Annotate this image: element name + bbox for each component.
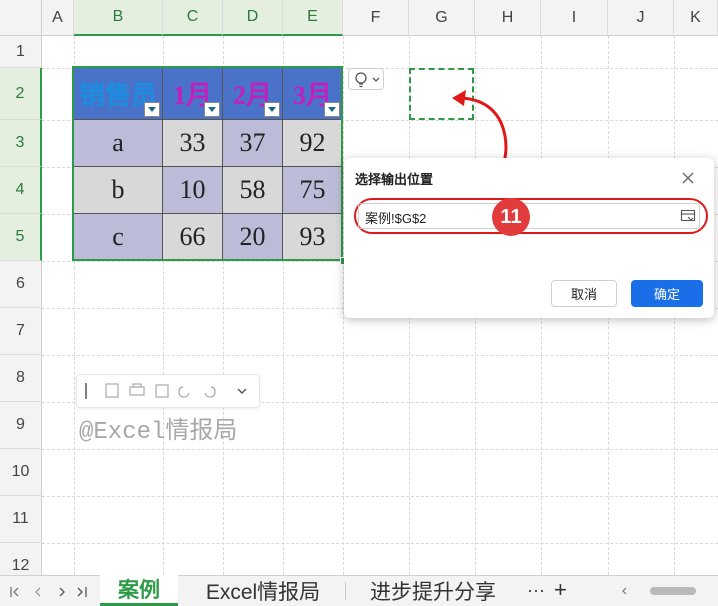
step-badge: 11: [492, 198, 530, 236]
scrollbar-thumb[interactable]: [650, 587, 696, 595]
close-button[interactable]: [680, 170, 696, 186]
gridline: [42, 449, 718, 450]
row-header-4[interactable]: 4: [0, 167, 42, 214]
add-sheet-button[interactable]: +: [554, 577, 567, 603]
confirm-button[interactable]: 确定: [631, 280, 703, 307]
sheet-tab-label: 案例: [118, 579, 160, 602]
gridline: [42, 496, 718, 497]
column-header-h[interactable]: H: [475, 0, 541, 36]
output-range-input[interactable]: 案例!$G$2: [354, 198, 708, 234]
next-sheet-icon[interactable]: [59, 587, 65, 597]
gridline: [42, 355, 718, 356]
close-icon: [682, 172, 694, 184]
row-header-8[interactable]: 8: [0, 355, 42, 402]
range-select-icon[interactable]: [680, 208, 696, 224]
row-header-12[interactable]: 12: [0, 543, 42, 575]
select-output-dialog: 选择输出位置 案例!$G$2 取消 确定: [344, 158, 714, 318]
sheet-tab-label: Excel情报局: [205, 581, 321, 604]
watermark-text: @Excel情报局: [79, 419, 238, 446]
scroll-left-icon[interactable]: [620, 586, 630, 596]
row-header-3[interactable]: 3: [0, 120, 42, 167]
lightbulb-icon: [355, 72, 380, 88]
prev-sheet-icon[interactable]: [35, 587, 41, 597]
gridline: [42, 543, 718, 544]
tab-divider: [345, 582, 346, 600]
row-header-5[interactable]: 5: [0, 214, 42, 261]
data-table: 销售员 1月 2月 3月 a 33 37 92 b 10 58 75 c 66 …: [72, 66, 348, 265]
sheet-tab[interactable]: Excel情报局: [188, 576, 338, 606]
sheet-tab-active[interactable]: 案例: [100, 575, 178, 606]
column-header-d[interactable]: D: [223, 0, 283, 36]
column-header-e[interactable]: E: [283, 0, 343, 36]
sheet-tab-bar: 案例 Excel情报局 进步提升分享 ··· +: [0, 575, 718, 606]
column-header-c[interactable]: C: [163, 0, 223, 36]
cancel-button[interactable]: 取消: [551, 280, 617, 307]
first-sheet-icon[interactable]: [10, 587, 19, 597]
dialog-title: 选择输出位置: [355, 172, 434, 187]
column-header-f[interactable]: F: [343, 0, 409, 36]
column-header-k[interactable]: K: [674, 0, 718, 36]
select-all-corner[interactable]: [0, 0, 42, 36]
column-header-i[interactable]: I: [541, 0, 608, 36]
sheet-nav-arrows: [10, 587, 87, 597]
quick-analysis-button[interactable]: [348, 68, 384, 90]
row-header-9[interactable]: 9: [0, 402, 42, 449]
row-header-7[interactable]: 7: [0, 308, 42, 355]
column-header-b[interactable]: B: [74, 0, 163, 36]
row-header-11[interactable]: 11: [0, 496, 42, 543]
more-sheets-button[interactable]: ···: [527, 580, 545, 601]
sheet-tab[interactable]: 进步提升分享: [352, 576, 514, 606]
input-value: 案例!$G$2: [365, 211, 427, 226]
column-header-g[interactable]: G: [409, 0, 475, 36]
row-header-6[interactable]: 6: [0, 261, 42, 308]
row-header-2[interactable]: 2: [0, 68, 42, 120]
row-header-10[interactable]: 10: [0, 449, 42, 496]
toolbar-icons: [85, 383, 247, 399]
column-header-a[interactable]: A: [42, 0, 74, 36]
selection-border: [72, 66, 343, 261]
spreadsheet-grid[interactable]: A B C D E F G H I J K 1 2 3 4 5 6 7 8 9 …: [0, 0, 718, 575]
row-header-1[interactable]: 1: [0, 36, 42, 68]
horizontal-scrollbar[interactable]: [620, 586, 710, 596]
floating-toolbar: [76, 374, 260, 408]
last-sheet-icon[interactable]: [77, 587, 87, 597]
sheet-tab-label: 进步提升分享: [370, 581, 496, 604]
column-header-j[interactable]: J: [608, 0, 674, 36]
